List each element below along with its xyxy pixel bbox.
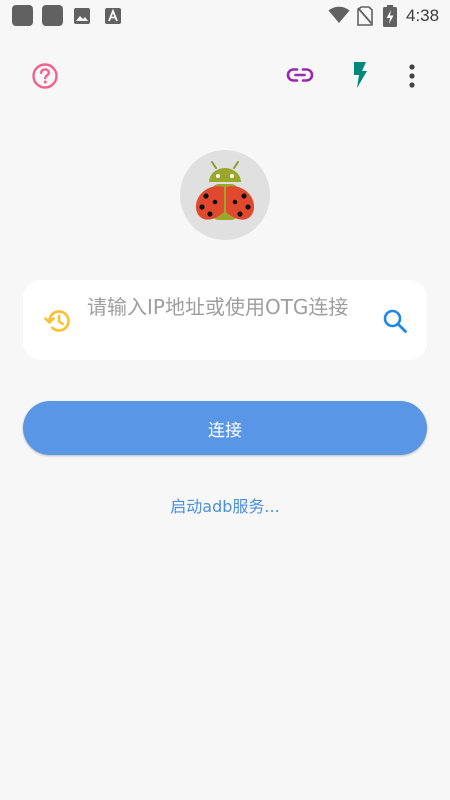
ip-input-card [23,280,427,360]
history-icon[interactable] [44,308,72,334]
app-notification-icon [42,5,63,26]
battery-charging-icon [383,5,397,27]
ip-address-input[interactable] [87,294,367,348]
status-bar: 4:38 [0,0,450,32]
app-logo-avatar [180,150,270,240]
app-notification-icon [12,5,33,26]
flash-icon[interactable] [350,60,370,90]
text-notification-icon [105,8,121,24]
start-adb-service-link[interactable]: 启动adb服务... [0,496,450,518]
help-icon[interactable] [31,62,59,90]
ladybug-android-icon [195,161,255,220]
image-notification-icon [74,8,90,24]
link-icon[interactable] [286,63,314,87]
status-time: 4:38 [406,6,440,25]
no-sim-icon [357,6,373,26]
search-icon[interactable] [382,308,408,334]
wifi-icon [328,6,350,23]
app-screen: 4:38 请输入IP地址或使用OTG连接 连接 启动adb服务... [0,0,450,800]
connect-button[interactable]: 连接 [23,401,427,455]
more-vert-icon[interactable] [405,63,419,89]
connect-button-label: 连接 [208,420,242,441]
